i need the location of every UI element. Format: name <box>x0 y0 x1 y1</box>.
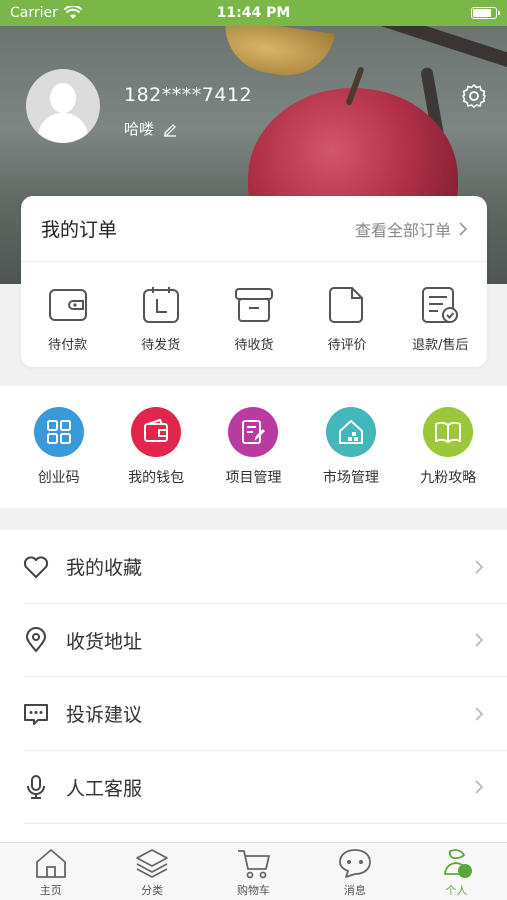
order-pending-payment[interactable]: 待付款 <box>28 284 108 353</box>
chevron-right-icon <box>475 780 484 794</box>
house-icon <box>338 420 363 444</box>
service-icon-bg <box>33 407 84 457</box>
services-row: 创业码 我的钱包 项目管理 市场管理 九粉攻略 <box>0 386 507 508</box>
service-my-wallet[interactable]: 我的钱包 <box>111 407 201 487</box>
service-guide[interactable]: 九粉攻略 <box>403 407 493 487</box>
chevron-right-icon <box>475 560 484 574</box>
order-item-label: 待评价 <box>327 338 367 353</box>
menu-item-feedback[interactable]: 投诉建议 <box>0 677 507 751</box>
status-bar: Carrier 11:44 PM <box>0 0 507 26</box>
heart-icon <box>23 556 49 578</box>
settings-icon[interactable] <box>460 82 488 110</box>
menu-item-label: 人工客服 <box>66 777 143 800</box>
service-icon-bg <box>228 407 279 457</box>
menu-item-label: 收货地址 <box>66 630 143 653</box>
tab-label: 主页 <box>39 883 62 897</box>
tab-home[interactable]: 主页 <box>0 843 101 900</box>
tab-label: 个人 <box>445 883 468 897</box>
chevron-right-icon <box>475 633 484 647</box>
order-refund-aftersale[interactable]: 退款/售后 <box>400 284 480 353</box>
order-title: 我的订单 <box>41 219 118 241</box>
order-header: 我的订单 查看全部订单 <box>21 196 487 262</box>
tab-category[interactable]: 分类 <box>101 843 202 900</box>
cart-icon <box>237 849 270 878</box>
avatar[interactable] <box>26 69 100 143</box>
order-pending-review[interactable]: 待评价 <box>307 284 387 353</box>
carrier-label: Carrier <box>10 5 58 21</box>
service-startup-code[interactable]: 创业码 <box>14 407 104 487</box>
service-label: 项目管理 <box>225 470 282 486</box>
background-branch <box>332 26 507 70</box>
tab-profile[interactable]: 个人 <box>406 843 507 900</box>
microphone-icon <box>27 775 45 800</box>
box-icon <box>234 288 273 322</box>
review-icon <box>329 287 364 323</box>
order-status-row: 待付款 待发货 待收货 待评价 退款/售后 <box>21 262 487 353</box>
wallet-icon <box>48 289 87 321</box>
chat-icon <box>339 848 371 878</box>
order-pending-shipment[interactable]: 待发货 <box>121 284 201 353</box>
view-all-orders-label: 查看全部订单 <box>354 220 451 240</box>
order-pending-receipt[interactable]: 待收货 <box>214 284 294 353</box>
service-label: 创业码 <box>37 470 80 486</box>
profile-icon <box>444 848 473 878</box>
order-item-label: 待付款 <box>48 338 88 353</box>
location-icon <box>25 627 47 653</box>
service-project-management[interactable]: 项目管理 <box>208 407 298 487</box>
tab-cart[interactable]: 购物车 <box>203 843 304 900</box>
order-item-label: 待收货 <box>234 338 274 353</box>
message-icon <box>24 703 48 725</box>
service-icon-bg <box>423 407 474 457</box>
menu-item-customer-service[interactable]: 人工客服 <box>0 751 507 825</box>
order-item-label: 待发货 <box>141 338 181 353</box>
menu-list: 我的收藏 收货地址 投诉建议 人工客服 <box>0 530 507 842</box>
home-icon <box>35 848 66 878</box>
qrcode-icon <box>46 420 71 444</box>
chevron-right-icon <box>475 707 484 721</box>
order-card: 我的订单 查看全部订单 待付款 待发货 待收货 待评价 退款/售后 <box>21 196 487 367</box>
status-left: Carrier <box>10 5 82 21</box>
wallet-icon <box>144 418 169 442</box>
tab-bar: 主页 分类 购物车 消息 个人 <box>0 842 507 900</box>
nickname-text: 哈喽 <box>124 120 155 138</box>
tab-messages[interactable]: 消息 <box>304 843 405 900</box>
tab-label: 消息 <box>343 883 366 897</box>
refund-icon <box>422 287 459 323</box>
menu-item-address[interactable]: 收货地址 <box>0 604 507 678</box>
service-label: 市场管理 <box>322 470 379 486</box>
wifi-icon <box>63 6 82 19</box>
menu-item-label: 投诉建议 <box>66 704 143 727</box>
user-nickname[interactable]: 哈喽 <box>124 118 178 139</box>
service-icon-bg <box>131 407 182 457</box>
menu-item-label: 我的收藏 <box>66 557 143 580</box>
service-market-management[interactable]: 市场管理 <box>306 407 396 487</box>
tab-label: 分类 <box>141 883 164 897</box>
ship-icon <box>142 287 179 323</box>
view-all-orders-link[interactable]: 查看全部订单 <box>355 217 467 241</box>
service-icon-bg <box>325 407 376 457</box>
tab-label: 购物车 <box>237 883 271 897</box>
service-label: 九粉攻略 <box>420 470 477 486</box>
edit-icon <box>242 420 266 444</box>
layers-icon <box>136 848 169 878</box>
menu-item-favorites[interactable]: 我的收藏 <box>0 530 507 604</box>
order-item-label: 退款/售后 <box>412 338 469 353</box>
edit-icon[interactable] <box>162 121 178 137</box>
chevron-right-icon <box>459 221 467 236</box>
service-label: 我的钱包 <box>128 470 185 486</box>
book-icon <box>435 421 462 443</box>
user-phone: 182****7412 <box>124 84 253 106</box>
battery-icon <box>471 7 500 19</box>
background-leaf <box>219 26 335 82</box>
